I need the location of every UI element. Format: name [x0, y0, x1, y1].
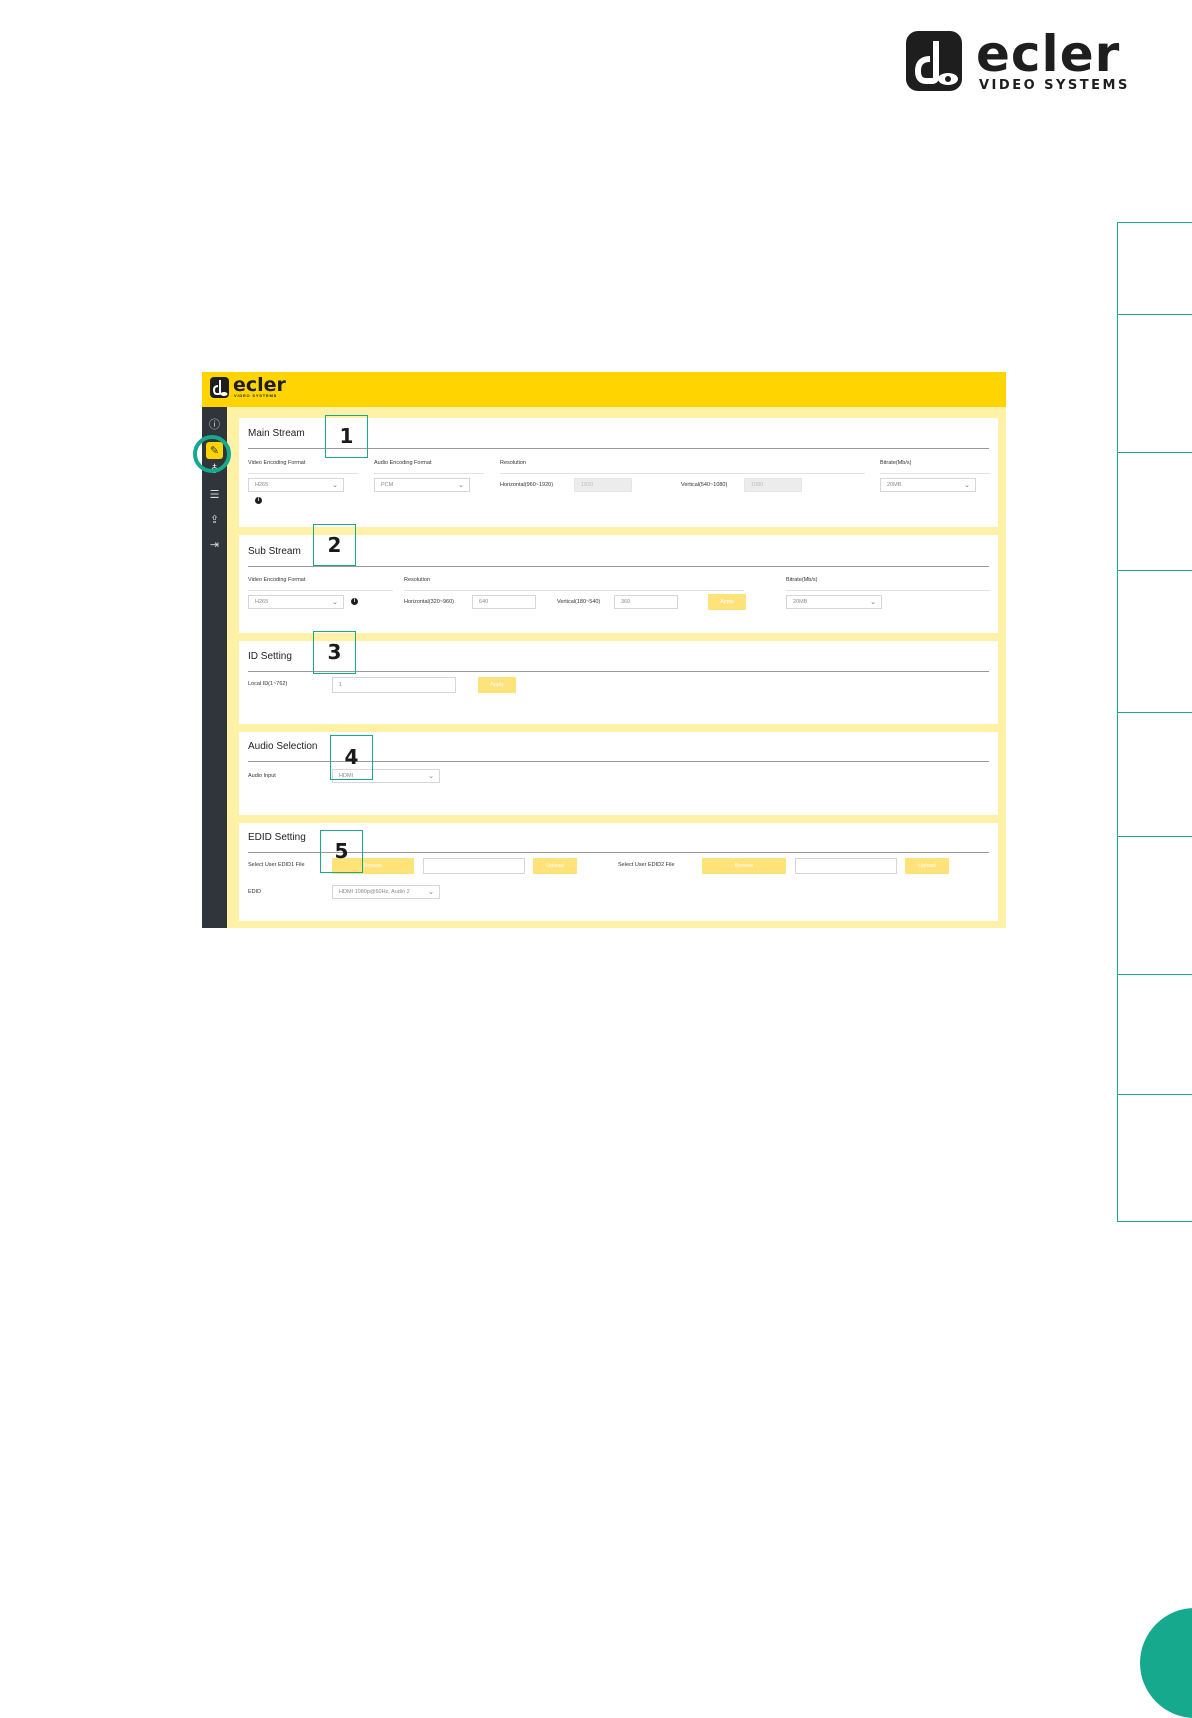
- video-encoding-select[interactable]: H265 ⌄: [248, 478, 344, 492]
- callout-5: 5: [320, 830, 363, 873]
- horizontal-label: Horizontal(320~960): [404, 599, 454, 605]
- bitrate-label: Bitrate(Mb/s): [786, 577, 818, 583]
- apply-button[interactable]: Apply: [478, 677, 516, 693]
- app-header-bar: ecler VIDEO SYSTEMS: [202, 372, 1006, 407]
- video-encoding-label: Video Encoding Format: [248, 460, 306, 466]
- divider: [248, 671, 989, 672]
- chevron-down-icon: ⌄: [428, 772, 434, 780]
- chevron-down-icon: ⌄: [332, 598, 338, 606]
- resolution-label: Resolution: [404, 577, 430, 583]
- ecler-logo: ecler VIDEO SYSTEMS: [906, 25, 1136, 95]
- main-stream-title: Main Stream: [248, 428, 305, 439]
- upload-icon[interactable]: ⇪: [206, 511, 223, 528]
- divider: [374, 473, 484, 474]
- sliders-icon[interactable]: ☰: [206, 486, 223, 503]
- audio-selection-title: Audio Selection: [248, 741, 318, 752]
- chevron-down-icon: ⌄: [458, 481, 464, 489]
- horizontal-input[interactable]: 640: [472, 595, 536, 609]
- brand-name: ecler: [976, 25, 1121, 83]
- callout-3: 3: [313, 631, 356, 674]
- logout-icon[interactable]: ⇥: [206, 536, 223, 553]
- bitrate-select[interactable]: 20MB ⌄: [786, 595, 882, 609]
- divider: [786, 590, 990, 591]
- divider: [248, 590, 393, 591]
- app-logo-badge: [210, 377, 229, 398]
- bitrate-value: 20MB: [887, 482, 902, 488]
- horizontal-input[interactable]: 1920: [574, 478, 632, 492]
- audio-encoding-label: Audio Encoding Format: [374, 460, 432, 466]
- audio-input-label: Audio Input: [248, 773, 276, 779]
- local-id-input[interactable]: 1: [332, 677, 456, 693]
- ecler-logo-badge: [906, 31, 962, 91]
- chapter-tab[interactable]: [1117, 836, 1192, 974]
- local-id-label: Local ID(1~762): [248, 681, 288, 687]
- bitrate-label: Bitrate(Mb/s): [880, 460, 912, 466]
- video-encoding-value: H265: [255, 482, 269, 488]
- id-setting-title: ID Setting: [248, 651, 292, 662]
- video-encoding-select[interactable]: H265 ⌄: [248, 595, 344, 609]
- video-encoding-label: Video Encoding Format: [248, 577, 306, 583]
- edid2-file-input[interactable]: [795, 858, 897, 874]
- divider: [248, 473, 358, 474]
- chapter-tab[interactable]: [1117, 712, 1192, 836]
- divider: [404, 590, 744, 591]
- info-icon[interactable]: i: [255, 497, 262, 504]
- edid1-file-label: Select User EDID1 File: [248, 862, 305, 868]
- callout-1: 1: [325, 415, 368, 458]
- edid2-file-label: Select User EDID2 File: [618, 862, 675, 868]
- vertical-input[interactable]: 1080: [744, 478, 802, 492]
- app-logo-subtitle: VIDEO SYSTEMS: [234, 393, 278, 398]
- chapter-tab[interactable]: [1117, 570, 1192, 712]
- chapter-tab[interactable]: [1117, 1094, 1192, 1222]
- callout-2: 2: [313, 524, 356, 566]
- vertical-label: Vertical(180~540): [557, 599, 601, 605]
- edid-value: HDMI 1080p@60Hz, Audio 2: [339, 889, 410, 895]
- edid-setting-title: EDID Setting: [248, 832, 306, 843]
- audio-encoding-value: PCM: [381, 482, 394, 488]
- edid1-file-input[interactable]: [423, 858, 525, 874]
- highlight-circle: [193, 435, 231, 473]
- edid-select[interactable]: HDMI 1080p@60Hz, Audio 2 ⌄: [332, 885, 440, 899]
- chevron-down-icon: ⌄: [428, 888, 434, 896]
- resolution-label: Resolution: [500, 460, 526, 466]
- chevron-down-icon: ⌄: [332, 481, 338, 489]
- sub-stream-title: Sub Stream: [248, 546, 301, 557]
- video-encoding-value: H265: [255, 599, 269, 605]
- vertical-label: Vertical(540~1080): [681, 482, 728, 488]
- audio-encoding-select[interactable]: PCM ⌄: [374, 478, 470, 492]
- edid2-browse-button[interactable]: Browse: [702, 858, 786, 874]
- edid-label: EDID: [248, 889, 262, 895]
- sidebar: ⓘ ✎ ♁ ☰ ⇪ ⇥: [202, 407, 227, 928]
- chapter-tab[interactable]: [1117, 314, 1192, 452]
- apply-button[interactable]: Apply: [708, 594, 746, 610]
- divider: [248, 566, 989, 567]
- vertical-input[interactable]: 360: [614, 595, 678, 609]
- bitrate-select[interactable]: 20MB ⌄: [880, 478, 976, 492]
- bitrate-value: 20MB: [793, 599, 808, 605]
- chevron-down-icon: ⌄: [870, 598, 876, 606]
- info-icon[interactable]: ⓘ: [206, 416, 223, 433]
- horizontal-label: Horizontal(960~1920): [500, 482, 554, 488]
- page-number-badge: [1140, 1608, 1192, 1718]
- edid1-upload-button[interactable]: Upload: [533, 858, 577, 874]
- chevron-down-icon: ⌄: [964, 481, 970, 489]
- web-ui-screenshot: ecler VIDEO SYSTEMS ⓘ ✎ ♁ ☰ ⇪ ⇥ Main Str…: [193, 372, 1006, 928]
- chapter-tab[interactable]: [1117, 222, 1192, 314]
- brand-subtitle: VIDEO SYSTEMS: [979, 78, 1130, 93]
- info-icon[interactable]: i: [351, 598, 358, 605]
- divider: [880, 473, 990, 474]
- callout-4: 4: [330, 735, 373, 780]
- divider: [500, 473, 865, 474]
- chapter-tab[interactable]: [1117, 974, 1192, 1094]
- chapter-tab[interactable]: [1117, 452, 1192, 570]
- edid2-upload-button[interactable]: Upload: [905, 858, 949, 874]
